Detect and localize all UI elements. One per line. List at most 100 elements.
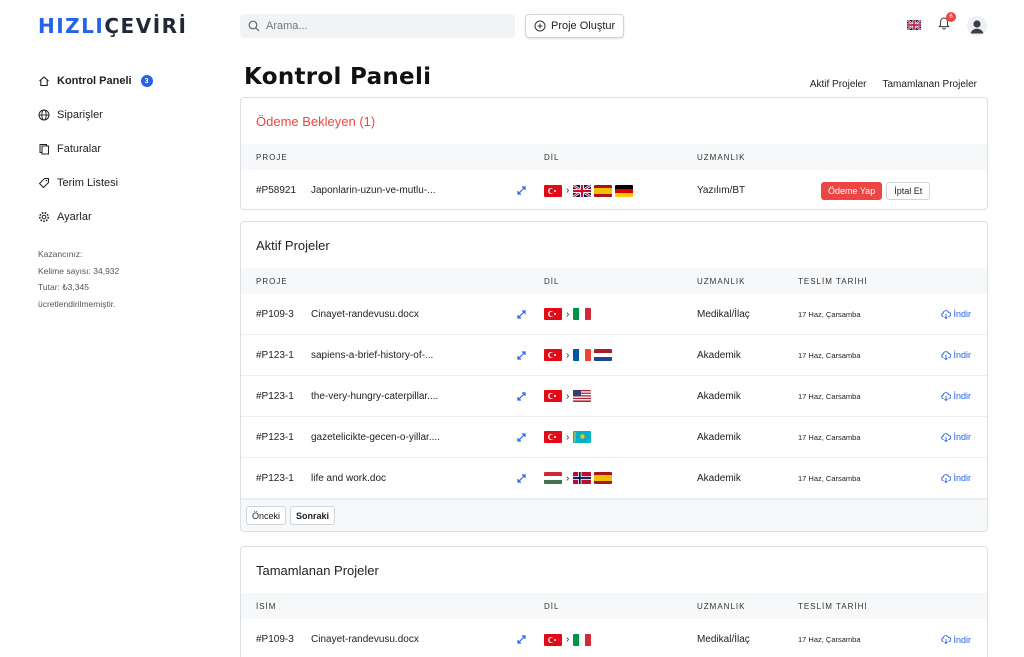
sidebar-item-settings[interactable]: Ayarlar	[38, 200, 218, 234]
project-name[interactable]: Cinayet-randevusu.docx	[311, 619, 491, 657]
header-name: İSİM	[256, 601, 277, 611]
cloud-download-icon	[941, 635, 952, 644]
earnings-summary: Kazancınız: Kelime sayısı: 34,932 Tutar:…	[38, 246, 218, 312]
project-name[interactable]: life and work.doc	[311, 458, 491, 498]
delivery-date: 17 Haz, Çarsamba	[798, 309, 861, 319]
table-row: #P109-3 Cinayet-randevusu.docx › Medikal…	[241, 294, 987, 335]
table-row: #P123-1 the-very-hungry-caterpillar.... …	[241, 376, 987, 417]
sidebar-item-label: Terim Listesi	[57, 177, 119, 189]
download-button[interactable]: İndir	[941, 619, 971, 657]
expand-icon[interactable]	[517, 458, 526, 498]
expand-icon[interactable]	[517, 376, 526, 416]
sidebar-item-label: Kontrol Paneli	[57, 75, 132, 87]
header-language: DİL	[544, 276, 560, 286]
dashboard-page: HIZLIÇEVİRİ Proje Oluştur 6 Kontrol Pane…	[0, 0, 1024, 657]
sidebar-item-orders[interactable]: Siparişler	[38, 98, 218, 132]
row-actions: Ödeme Yap İptal Et	[821, 170, 931, 209]
notifications-button[interactable]: 6	[938, 12, 956, 35]
home-icon	[39, 76, 49, 87]
turkey-flag-icon	[544, 308, 562, 320]
project-specialty: Medikal/İlaç	[697, 634, 750, 645]
completed-card-title: Tamamlanan Projeler	[256, 562, 379, 578]
expand-icon[interactable]	[517, 417, 526, 457]
language-pair: ›	[544, 335, 613, 375]
expand-icon[interactable]	[517, 294, 526, 334]
expand-icon[interactable]	[517, 619, 526, 657]
netherlands-flag-icon	[594, 349, 613, 361]
brand-part2: ÇEVİRİ	[104, 14, 188, 38]
project-name[interactable]: the-very-hungry-caterpillar....	[311, 376, 491, 416]
header-specialty: UZMANLIK	[697, 276, 746, 286]
project-id: #P123-1	[256, 349, 294, 361]
arrow-right-icon: ›	[566, 431, 570, 443]
expand-icon[interactable]	[517, 335, 526, 375]
create-project-label: Proje Oluştur	[551, 20, 616, 32]
earnings-title: Kazancınız:	[38, 249, 83, 259]
completed-projects-card: Tamamlanan Projeler İSİM DİL UZMANLIK TE…	[240, 546, 988, 657]
sidebar: Kontrol Paneli 3 Siparişler Faturalar Te…	[38, 64, 218, 312]
project-specialty: Medikal/İlaç	[697, 308, 750, 320]
sidebar-item-label: Faturalar	[57, 143, 102, 155]
sidebar-item-term-list[interactable]: Terim Listesi	[38, 166, 218, 200]
header-language: DİL	[544, 601, 560, 611]
project-name[interactable]: Japonlarin-uzun-ve-mutlu-...	[311, 170, 491, 209]
download-button[interactable]: İndir	[941, 458, 971, 498]
search-input[interactable]	[266, 20, 496, 32]
language-pair: ›	[544, 294, 592, 334]
spain-flag-icon	[594, 472, 613, 484]
header-specialty: UZMANLIK	[697, 152, 746, 162]
delivery-date: 17 Haz, Çarsamba	[798, 635, 861, 644]
italy-flag-icon	[573, 308, 592, 320]
kazakhstan-flag-icon	[573, 431, 592, 443]
language-pair: ›	[544, 458, 613, 498]
download-label: İndir	[953, 634, 971, 645]
download-button[interactable]: İndir	[941, 335, 971, 375]
link-active-projects[interactable]: Aktif Projeler	[810, 79, 867, 90]
table-row: #P58921 Japonlarin-uzun-ve-mutlu-... › Y…	[241, 170, 987, 209]
previous-page-button[interactable]: Önceki	[246, 506, 287, 525]
language-pair: ›	[544, 417, 592, 457]
delivery-date: 17 Haz, Carsamba	[798, 391, 861, 401]
table-header: İSİM DİL UZMANLIK TESLİM TARİHİ	[241, 593, 987, 619]
user-avatar-icon[interactable]	[967, 16, 987, 36]
create-project-button[interactable]: Proje Oluştur	[525, 14, 625, 38]
header-project: PROJE	[256, 152, 288, 162]
uk-flag-icon[interactable]	[907, 20, 921, 30]
language-pair: ›	[544, 376, 592, 416]
expand-icon[interactable]	[517, 170, 526, 209]
table-header: PROJE DİL UZMANLIK	[241, 144, 987, 170]
usa-flag-icon	[573, 390, 592, 402]
link-completed-projects[interactable]: Tamamlanan Projeler	[883, 79, 978, 90]
delivery-date: 17 Haz, Carsamba	[798, 432, 861, 442]
header-delivery-date: TESLİM TARİHİ	[798, 601, 868, 611]
pay-button[interactable]: Ödeme Yap	[821, 181, 883, 200]
table-row: #P109-3 Cinayet-randevusu.docx › Medikal…	[241, 619, 987, 657]
tag-icon	[38, 178, 49, 189]
section-links: Aktif Projeler Tamamlanan Projeler	[810, 79, 977, 90]
next-page-button[interactable]: Sonraki	[290, 506, 336, 525]
download-button[interactable]: İndir	[941, 417, 971, 457]
table-row: #P123-1 sapiens-a-brief-history-of-... ›…	[241, 335, 987, 376]
search-bar[interactable]	[240, 14, 515, 38]
project-specialty: Akademik	[697, 472, 741, 484]
spain-flag-icon	[594, 184, 613, 197]
turkey-flag-icon	[544, 349, 562, 361]
earnings-note: ücretlendirilmemiştir.	[38, 298, 116, 309]
project-id: #P58921	[256, 185, 297, 196]
sidebar-item-invoices[interactable]: Faturalar	[38, 132, 218, 166]
cancel-button[interactable]: İptal Et	[886, 181, 931, 200]
project-specialty: Akademik	[697, 431, 741, 443]
project-name[interactable]: gazetelicikte-gecen-o-yillar....	[311, 417, 491, 457]
france-flag-icon	[573, 349, 592, 361]
download-button[interactable]: İndir	[941, 376, 971, 416]
download-button[interactable]: İndir	[941, 294, 971, 334]
project-name[interactable]: Cinayet-randevusu.docx	[311, 294, 491, 334]
project-name[interactable]: sapiens-a-brief-history-of-...	[311, 335, 491, 375]
project-id: #P109-3	[256, 308, 294, 320]
page-title: Kontrol Paneli	[244, 64, 432, 90]
sidebar-item-dashboard[interactable]: Kontrol Paneli 3	[38, 64, 218, 98]
project-id: #P109-3	[256, 634, 294, 645]
table-header: PROJE DİL UZMANLIK TESLİM TARİHİ	[241, 268, 987, 294]
brand-logo[interactable]: HIZLIÇEVİRİ	[38, 14, 187, 38]
arrow-right-icon: ›	[566, 185, 570, 196]
